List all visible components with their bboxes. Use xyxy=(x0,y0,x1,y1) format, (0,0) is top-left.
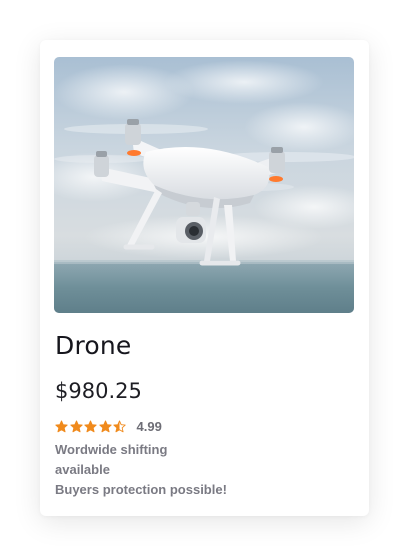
rating-stars xyxy=(55,420,128,433)
shipping-line-2: available xyxy=(55,462,110,477)
product-card[interactable]: Drone $980.25 4.99 Wordwide shifting ava… xyxy=(40,40,369,516)
product-image[interactable] xyxy=(54,57,354,313)
star-icon xyxy=(113,420,126,432)
buyer-protection: Buyers protection possible! xyxy=(55,482,227,497)
star-icon xyxy=(55,420,68,432)
star-icon xyxy=(98,420,112,432)
product-title: Drone xyxy=(55,331,132,360)
shipping-line-1: Wordwide shifting xyxy=(55,442,168,457)
rating-value: 4.99 xyxy=(136,418,162,434)
product-price: $980.25 xyxy=(55,379,142,403)
star-icon xyxy=(69,420,83,432)
product-info: Wordwide shifting available Buyers prote… xyxy=(55,440,227,500)
rating[interactable]: 4.99 xyxy=(55,418,162,434)
drone-photo-icon xyxy=(54,57,354,313)
star-icon xyxy=(84,420,97,432)
